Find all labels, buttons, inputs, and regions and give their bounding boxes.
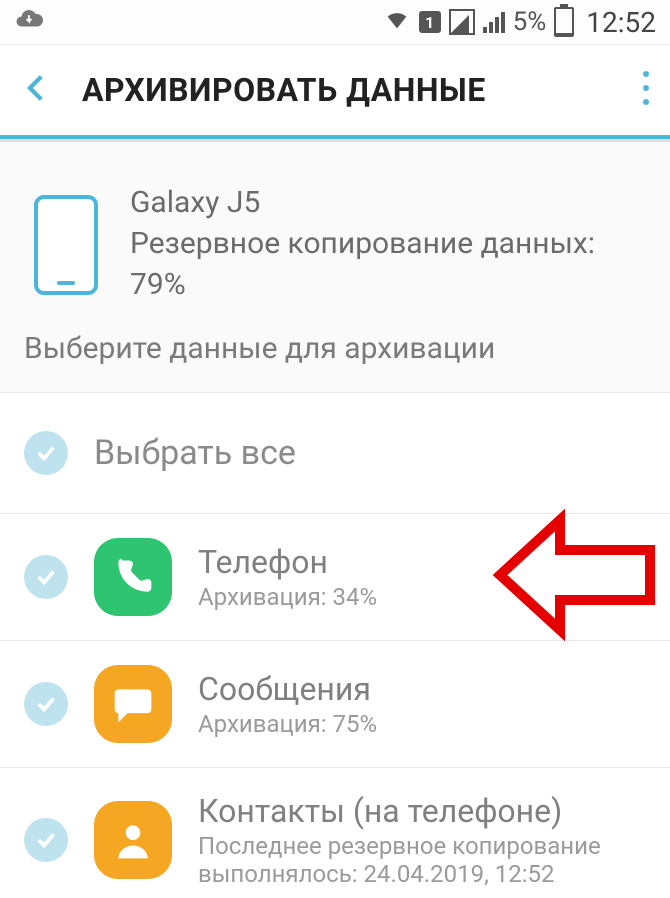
more-options-button[interactable] (642, 70, 650, 110)
cloud-sync-icon (14, 4, 44, 41)
sim-indicator: 1 (419, 11, 441, 33)
battery-icon (554, 7, 574, 37)
battery-percent: 5% (513, 7, 547, 37)
message-icon (94, 665, 172, 743)
page-title: АРХИВИРОВАТЬ ДАННЫЕ (82, 71, 486, 109)
list-item-contacts[interactable]: Контакты (на телефоне) Последнее резервн… (0, 768, 670, 898)
signal-1-icon (449, 9, 475, 35)
signal-2-icon (483, 11, 505, 33)
select-all-row[interactable]: Выбрать все (0, 393, 670, 514)
checkbox-icon[interactable] (24, 555, 68, 599)
app-header: АРХИВИРОВАТЬ ДАННЫЕ (0, 45, 670, 139)
list-item-messages[interactable]: Сообщения Архивация: 75% (0, 641, 670, 768)
item-title: Сообщения (198, 670, 646, 708)
item-subtitle: Архивация: 34% (198, 583, 646, 611)
status-left (14, 4, 375, 41)
back-button[interactable] (20, 71, 54, 109)
phone-icon (94, 538, 172, 616)
item-title: Контакты (на телефоне) (198, 792, 646, 830)
phone-outline-icon (34, 195, 98, 295)
device-summary: Galaxy J5 Резервное копирование данных: … (0, 159, 670, 323)
item-title: Телефон (198, 543, 646, 581)
device-backup-progress: Резервное копирование данных: 79% (130, 224, 646, 305)
status-bar: 1 5% 12:52 (0, 0, 670, 45)
item-subtitle: Архивация: 75% (198, 710, 646, 738)
checkbox-icon[interactable] (24, 682, 68, 726)
section-label: Выберите данные для архивации (0, 323, 670, 392)
clock: 12:52 (586, 6, 656, 39)
checkbox-icon[interactable] (24, 431, 68, 475)
contact-icon (94, 801, 172, 879)
wifi-icon (383, 5, 411, 40)
list-item-phone[interactable]: Телефон Архивация: 34% (0, 514, 670, 641)
select-all-label: Выбрать все (94, 433, 646, 473)
checkbox-icon[interactable] (24, 818, 68, 862)
item-subtitle: Последнее резервное копирование выполнял… (198, 832, 646, 888)
device-name: Galaxy J5 (130, 185, 646, 220)
